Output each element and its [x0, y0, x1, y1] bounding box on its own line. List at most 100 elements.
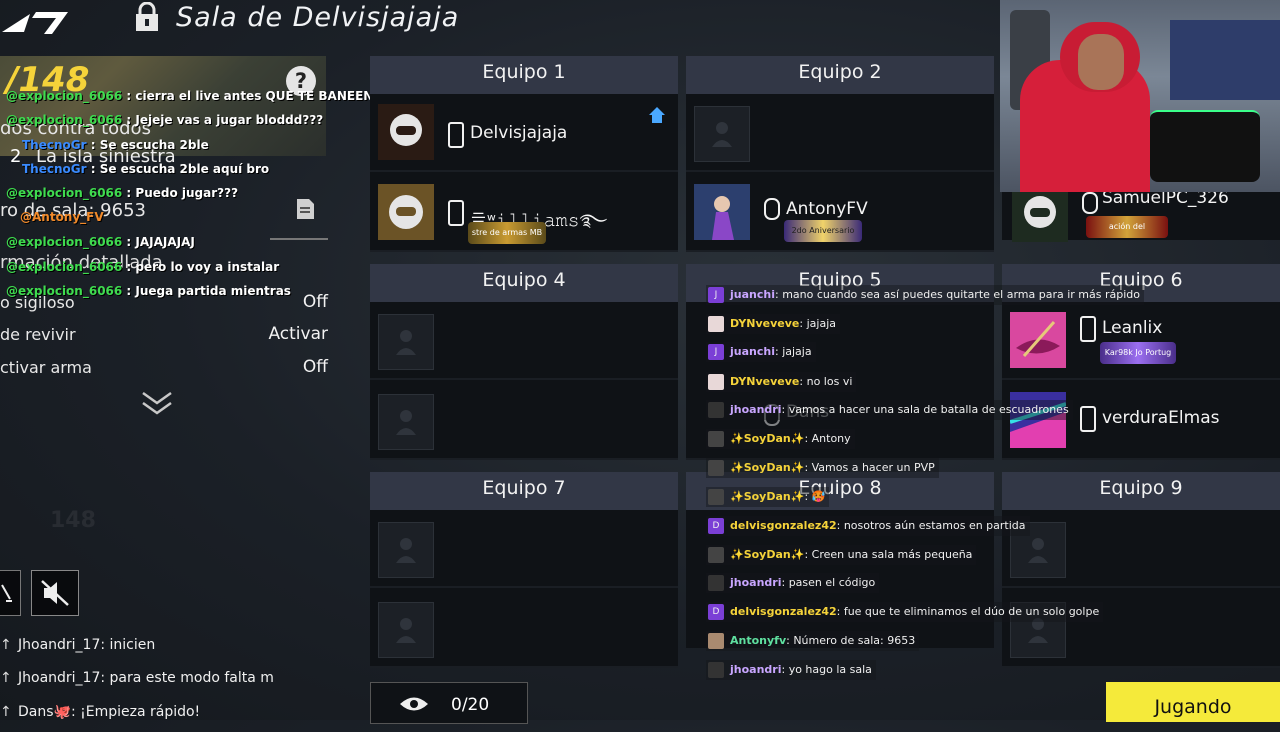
map-index: 2	[10, 146, 22, 167]
player-slot[interactable]: Leanlix Kar98k Jo Portug	[1002, 302, 1280, 380]
empty-slot[interactable]	[686, 94, 994, 172]
setting-label-weapon: ctivar arma	[0, 358, 92, 377]
player-slot[interactable]: verduraElmas	[1002, 382, 1280, 460]
player-name: verduraElmas	[1102, 408, 1220, 428]
up-arrow-icon: ↑	[0, 637, 12, 653]
user-avatar	[708, 547, 724, 563]
empty-slot[interactable]	[1002, 510, 1280, 588]
home-icon	[649, 107, 665, 123]
player-avatar	[1010, 312, 1066, 368]
copy-document-icon[interactable]	[294, 198, 316, 220]
overlay-chat-message: Ddelvisgonzalez42: nosotros aún estamos …	[706, 516, 1030, 536]
microphone-button[interactable]	[0, 570, 21, 616]
user-avatar: D	[708, 518, 724, 534]
person-icon	[396, 538, 416, 563]
person-face	[1078, 34, 1124, 90]
setting-label-revive: de revivir	[0, 325, 76, 344]
user-avatar	[708, 489, 724, 505]
user-avatar	[708, 460, 724, 476]
user-avatar: J	[708, 287, 724, 303]
empty-avatar	[378, 314, 434, 370]
spectators-counter[interactable]: 0/20	[370, 682, 528, 724]
overlay-chat-message: Antonyfv: Número de sala: 9653	[706, 631, 920, 651]
team-card: Equipo 7	[370, 472, 678, 668]
person-icon	[396, 618, 416, 643]
room-title: Sala de Delvisjajaja	[176, 2, 460, 33]
user-avatar	[708, 633, 724, 649]
mouse-icon	[764, 198, 780, 220]
user-avatar	[708, 374, 724, 390]
playing-status-button[interactable]: Jugando	[1106, 682, 1280, 722]
microphone-icon	[1, 584, 12, 602]
stream-chat-message: @explocion_6066 : Juega partida mientras	[6, 284, 291, 298]
overlay-chat-message: DYNveveve: no los vi	[706, 372, 857, 392]
empty-slot[interactable]	[370, 382, 678, 460]
user-avatar	[708, 431, 724, 447]
user-avatar	[708, 662, 724, 678]
spectator-count: 0/20	[451, 695, 490, 715]
player-slot[interactable]: AntonyFV 2do Aniversario	[686, 174, 994, 252]
empty-avatar	[378, 602, 434, 658]
phone-icon	[448, 122, 464, 148]
team-header: Equipo 1	[370, 56, 678, 94]
divider	[270, 238, 328, 240]
stream-chat-message: @explocion_6066 : Jejeje vas a jugar blo…	[6, 113, 324, 127]
webcam-feed	[1000, 0, 1280, 192]
empty-slot[interactable]	[370, 590, 678, 668]
player-slot[interactable]: Delvisjajaja	[370, 94, 678, 172]
stream-chat-message: ThecnoGr : Se escucha 2ble aquí bro	[22, 162, 270, 176]
team-card: Equipo 9	[1002, 472, 1280, 668]
team-card: SamuelPC_326 ación del	[1002, 184, 1280, 242]
team-card: Equipo 4	[370, 264, 678, 460]
overlay-chat-message: Jjuanchi: mano cuando sea así puedes qui…	[706, 285, 1145, 305]
stream-chat-message: @explocion_6066 : cierra el live antes Q…	[6, 89, 374, 103]
empty-avatar	[694, 106, 750, 162]
chevron-down-icon[interactable]	[140, 390, 174, 418]
user-avatar	[708, 402, 724, 418]
team-header: Equipo 9	[1002, 472, 1280, 510]
player-avatar	[694, 184, 750, 240]
player-avatar	[1012, 186, 1068, 242]
user-avatar: J	[708, 344, 724, 360]
bed-background	[1170, 20, 1280, 100]
team-header: Equipo 4	[370, 264, 678, 302]
mouse-icon	[1082, 192, 1098, 214]
setting-value-weapon: Off	[302, 357, 328, 377]
person-icon	[712, 122, 732, 147]
stream-chat-message: @explocion_6066 : JAJAJAJAJ	[6, 235, 195, 249]
phone-icon	[1080, 406, 1096, 432]
team-card: Equipo 2 AntonyFV 2do Aniversario	[686, 56, 994, 252]
overlay-chat-message: ✨SoyDan✨: Antony	[706, 429, 855, 449]
garena-logo-icon[interactable]	[0, 4, 70, 36]
empty-avatar	[378, 522, 434, 578]
game-chat-line: ↑ Jhoandri_17: para este modo falta m	[0, 670, 274, 686]
stream-chat-message: @explocion_6066 : Puedo jugar???	[6, 186, 239, 200]
user-avatar	[708, 316, 724, 332]
team-card: Equipo 1 Delvisjajaja 亖ʷ𝚒𝚕𝚕𝚒𝚊𝚖𝚜࿐ stre de…	[370, 56, 678, 252]
lock-icon	[136, 2, 158, 31]
player-name: AntonyFV	[786, 199, 868, 219]
stream-chat-message: @explocion_6066 : pero lo voy a instalar	[6, 260, 280, 274]
empty-avatar	[378, 394, 434, 450]
laptop	[1150, 110, 1260, 182]
player-name: Delvisjajaja	[470, 123, 568, 143]
overlay-chat-message: jhoandri: yo hago la sala	[706, 660, 876, 680]
phone-icon	[1080, 316, 1096, 342]
player-slot[interactable]: 亖ʷ𝚒𝚕𝚕𝚒𝚊𝚖𝚜࿐ stre de armas MB	[370, 174, 678, 252]
person-icon	[396, 410, 416, 435]
overlay-chat-message: DYNveveve: jajaja	[706, 314, 840, 334]
team-header: Equipo 2	[686, 56, 994, 94]
user-avatar: D	[708, 604, 724, 620]
player-badge: stre de armas MB	[468, 222, 546, 244]
up-arrow-icon: ↑	[0, 670, 12, 686]
empty-slot[interactable]	[370, 302, 678, 380]
stream-chat-message: ThecnoGr : Se escucha 2ble	[22, 138, 209, 152]
faint-counter: 148	[50, 508, 96, 533]
user-avatar	[708, 575, 724, 591]
up-arrow-icon: ↑	[0, 704, 12, 720]
player-avatar	[378, 184, 434, 240]
game-chat-line: ↑ Jhoandri_17: inicien	[0, 637, 156, 653]
speaker-mute-button[interactable]	[31, 570, 79, 616]
empty-slot[interactable]	[370, 510, 678, 588]
player-name: Leanlix	[1102, 318, 1163, 338]
